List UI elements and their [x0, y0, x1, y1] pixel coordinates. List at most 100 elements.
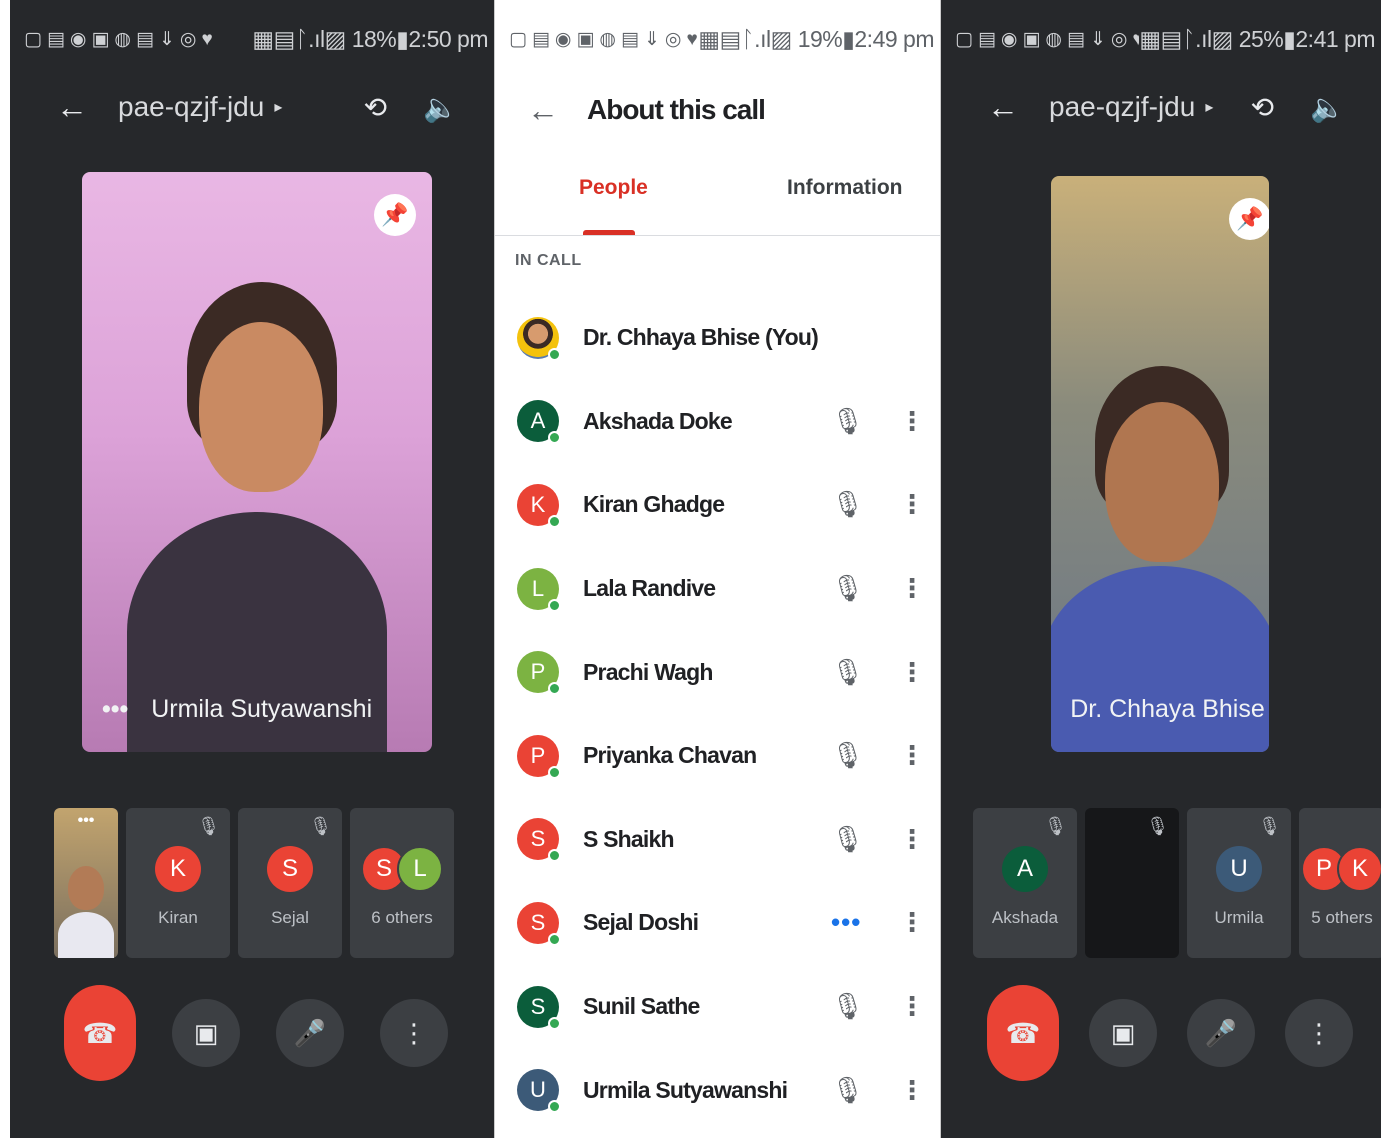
camera-switch-icon[interactable]: ⟲	[364, 91, 387, 124]
thumbnail-urmila[interactable]: 🎙 U Urmila	[1187, 808, 1291, 958]
tab-information[interactable]: Information	[787, 176, 903, 200]
thumbnail-name: Kiran	[158, 908, 198, 927]
more-vert-icon[interactable]: ⋮	[899, 1075, 925, 1106]
thumbnail-name: Urmila	[1214, 908, 1264, 927]
thumbnail-sejal[interactable]: 🎙 S Sejal	[238, 808, 342, 958]
mic-off-icon: 🎙	[831, 1074, 865, 1105]
participant-row[interactable]: S Sejal Doshi ••• ⋮	[495, 881, 940, 965]
participant-row[interactable]: S Sunil Sathe 🎙 ⋮	[495, 965, 940, 1049]
avatar-initial: A	[530, 408, 546, 434]
thumbnail-others[interactable]: P K 5 others	[1299, 808, 1381, 958]
online-indicator	[548, 932, 561, 946]
speaker-icon[interactable]: 🔈	[423, 91, 458, 124]
thumbnail-others[interactable]: S L 6 others	[350, 808, 454, 958]
tab-people[interactable]: People	[579, 176, 648, 200]
meeting-code[interactable]: pae-qzjf-jdu	[118, 91, 264, 123]
speaker-icon[interactable]: 🔈	[1310, 91, 1345, 124]
main-video-tile[interactable]: 📌 ••• Dr. Chhaya Bhise	[1051, 176, 1269, 752]
mic-off-icon: 🎙	[309, 816, 332, 836]
participant-row[interactable]: U Urmila Sutyawanshi 🎙 ⋮	[495, 1048, 940, 1132]
more-dots-icon[interactable]: •••	[102, 695, 128, 723]
participant-name: Priyanka Chavan	[583, 742, 757, 769]
participant-name: Kiran Ghadge	[583, 491, 725, 518]
avatar-initial: S	[530, 826, 546, 852]
video-participant-label: ••• Urmila Sutyawanshi	[102, 695, 372, 724]
notification-icons: ▢▤◉▣◍▤⇓◎♥	[509, 28, 699, 50]
participant-row[interactable]: A Akshada Doke 🎙 ⋮	[495, 380, 940, 464]
participant-row[interactable]: P Prachi Wagh 🎙 ⋮	[495, 630, 940, 714]
avatar: K	[1337, 846, 1381, 892]
meeting-code[interactable]: pae-qzjf-jdu	[1049, 91, 1195, 123]
active-tab-indicator	[583, 230, 635, 235]
notification-icons: ▢▤◉▣◍▤⇓◎♥	[955, 28, 1140, 50]
more-vert-icon[interactable]: ⋮	[899, 740, 925, 771]
participant-row[interactable]: S S Shaikh 🎙 ⋮	[495, 798, 940, 882]
caret-right-icon[interactable]: ▸	[1205, 97, 1213, 117]
thumbnail-name: Sejal	[271, 908, 309, 927]
call-controls: ☎ ▣ 🎤 ⋮	[64, 985, 448, 1081]
camera-button[interactable]: ▣	[1089, 999, 1157, 1067]
pin-icon[interactable]: 📌	[374, 194, 416, 236]
participant-avatar: A	[517, 400, 561, 445]
thumbnail-name: 5 others	[1311, 908, 1373, 927]
tab-bar: People Information	[495, 168, 940, 236]
self-view-thumbnail[interactable]: •••	[54, 808, 118, 958]
more-vert-icon[interactable]: ⋮	[899, 657, 925, 688]
online-indicator	[548, 347, 561, 361]
section-label: IN CALL	[515, 252, 582, 269]
thumbnail-name: 6 others	[371, 908, 433, 927]
back-arrow-icon[interactable]: ←	[56, 89, 100, 126]
main-video-tile[interactable]: 📌 ••• Urmila Sutyawanshi	[82, 172, 432, 752]
pin-icon[interactable]: 📌	[1229, 198, 1269, 240]
participant-name: Sunil Sathe	[583, 993, 700, 1020]
avatar-group: S L	[361, 846, 443, 892]
notification-icons: ▢▤◉▣◍▤⇓◎♥	[24, 28, 218, 50]
avatar-initial: P	[530, 659, 546, 685]
status-bar: ▢▤◉▣◍▤⇓◎♥ ▦▤ᛚ.ıl▨ 18%▮2:50 pm	[24, 22, 488, 56]
participant-row[interactable]: L Lala Randive 🎙 ⋮	[495, 547, 940, 631]
participant-name: Urmila Sutyawanshi	[583, 1076, 788, 1103]
end-call-button[interactable]: ☎	[987, 985, 1059, 1081]
online-indicator	[548, 1100, 561, 1114]
mic-button[interactable]: 🎤	[1187, 999, 1255, 1067]
participant-name: S Shaikh	[583, 825, 675, 852]
more-vert-icon[interactable]: ⋮	[899, 991, 925, 1022]
online-indicator	[548, 765, 561, 779]
mic-off-icon: 🎙	[831, 405, 865, 436]
page-title: About this call	[587, 94, 766, 125]
end-call-button[interactable]: ☎	[64, 985, 136, 1081]
mic-button[interactable]: 🎤	[276, 999, 344, 1067]
more-options-button[interactable]: ⋮	[380, 999, 448, 1067]
camera-switch-icon[interactable]: ⟲	[1251, 91, 1274, 124]
participant-video	[127, 282, 387, 752]
participant-row[interactable]: Dr. Chhaya Bhise (You)	[495, 296, 940, 380]
avatar-initial: P	[530, 742, 546, 768]
left-call-screen: ▢▤◉▣◍▤⇓◎♥ ▦▤ᛚ.ıl▨ 18%▮2:50 pm ← pae-qzjf…	[10, 0, 494, 1138]
participant-row[interactable]: K Kiran Ghadge 🎙 ⋮	[495, 463, 940, 547]
participant-row[interactable]: P Priyanka Chavan 🎙 ⋮	[495, 714, 940, 798]
thumbnail-akshada[interactable]: 🎙 A Akshada	[973, 808, 1077, 958]
call-header: ← pae-qzjf-jdu ▸ ⟲ 🔈	[10, 82, 494, 132]
more-vert-icon[interactable]: ⋮	[899, 406, 925, 437]
more-options-button[interactable]: ⋮	[1285, 999, 1353, 1067]
avatar-initial: K	[530, 491, 546, 517]
more-vert-icon[interactable]: ⋮	[899, 489, 925, 520]
call-controls: ☎ ▣ 🎤 ⋮	[987, 985, 1353, 1081]
camera-button[interactable]: ▣	[172, 999, 240, 1067]
more-dots-icon[interactable]: •••	[78, 812, 95, 830]
mic-off-icon: 🎙	[831, 656, 865, 687]
participant-name: Urmila Sutyawanshi	[151, 695, 373, 723]
caret-right-icon[interactable]: ▸	[274, 97, 282, 117]
more-vert-icon[interactable]: ⋮	[899, 824, 925, 855]
participant-avatar: S	[517, 818, 561, 863]
online-indicator	[548, 849, 561, 863]
more-vert-icon[interactable]: ⋮	[899, 573, 925, 604]
back-arrow-icon[interactable]: ←	[527, 92, 587, 129]
participant-name: Akshada Doke	[583, 407, 733, 434]
more-vert-icon[interactable]: ⋮	[899, 907, 925, 938]
back-arrow-icon[interactable]: ←	[987, 89, 1031, 126]
mic-off-icon: 🎙	[1044, 816, 1067, 836]
thumbnail-video-off[interactable]: 🎙	[1085, 808, 1179, 958]
thumbnail-kiran[interactable]: 🎙 K Kiran	[126, 808, 230, 958]
participant-name: Dr. Chhaya Bhise (You)	[583, 324, 819, 351]
